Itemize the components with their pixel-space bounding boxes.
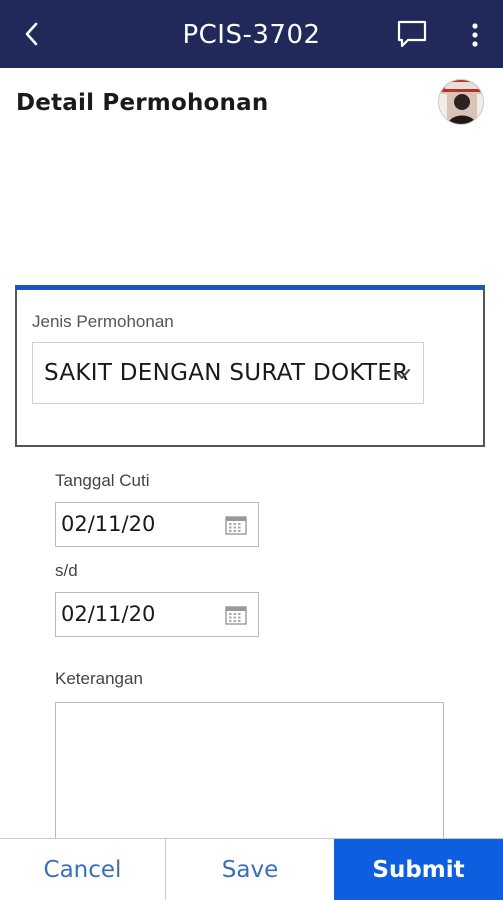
until-date-value: 02/11/20 [61,602,156,626]
request-type-label: Jenis Permohonan [32,312,174,331]
action-bar: Cancel Save Submit [0,838,503,900]
save-button[interactable]: Save [166,839,334,900]
calendar-icon[interactable] [225,515,247,535]
more-button[interactable] [460,18,490,52]
page-title: Detail Permohonan [16,90,269,116]
notes-textarea[interactable] [55,702,444,852]
chat-bubble-icon [397,20,427,48]
submit-button[interactable]: Submit [334,839,503,900]
avatar[interactable] [438,79,484,125]
avatar-image [439,80,483,124]
until-date-label: s/d [55,561,78,580]
request-type-value: SAKIT DENGAN SURAT DOKTER [44,360,409,386]
app-header: PCIS-3702 [0,0,503,68]
request-type-card: Jenis Permohonan SAKIT DENGAN SURAT DOKT… [15,285,485,447]
request-type-select[interactable]: SAKIT DENGAN SURAT DOKTER [32,342,424,404]
chevron-down-icon [394,369,410,379]
chat-button[interactable] [394,18,430,52]
leave-date-label: Tanggal Cuti [55,471,150,490]
calendar-icon[interactable] [225,605,247,625]
notes-label: Keterangan [55,669,143,688]
more-vertical-icon [472,23,478,47]
leave-date-input[interactable]: 02/11/20 [55,502,259,547]
cancel-button[interactable]: Cancel [0,839,166,900]
until-date-input[interactable]: 02/11/20 [55,592,259,637]
leave-date-value: 02/11/20 [61,512,156,536]
